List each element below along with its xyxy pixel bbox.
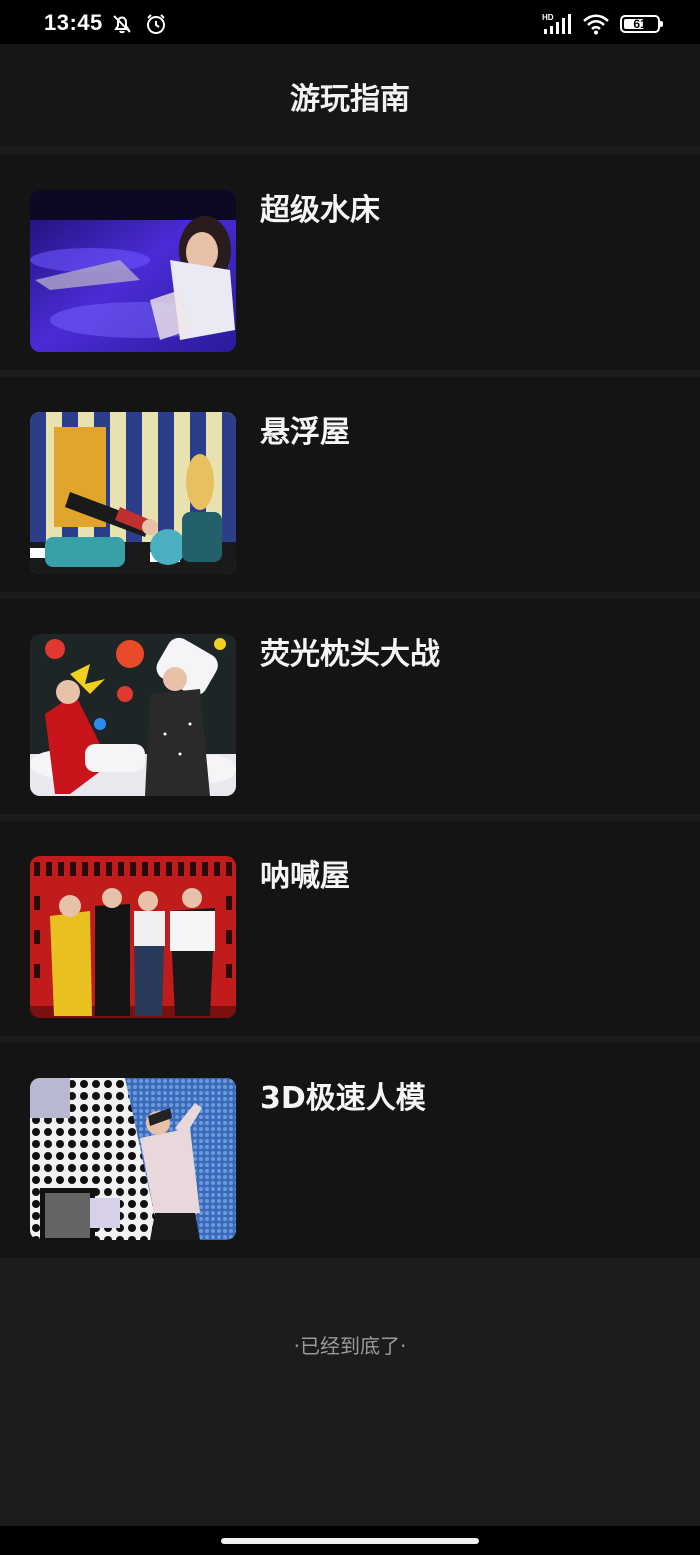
system-nav-bar [0, 1526, 700, 1555]
item-title: 超级水床 [260, 193, 380, 228]
thumbnail-image [30, 634, 236, 796]
network-label: HD [542, 13, 554, 22]
thumbnail-image [30, 412, 236, 574]
list-footer: ·已经到底了· [0, 1258, 700, 1526]
thumbnail-image [30, 1078, 236, 1240]
status-time: 13:45 [44, 10, 103, 35]
item-title: 荧光枕头大战 [260, 637, 440, 672]
list-item-glow-pillow-fight[interactable]: 荧光枕头大战 [0, 599, 700, 814]
list-item-3d-speed-figure[interactable]: 3D极速人模 [0, 1043, 700, 1258]
list-item-super-waterbed[interactable]: 超级水床 [0, 155, 700, 370]
thumbnail-image [30, 856, 236, 1018]
item-title: 3D极速人模 [260, 1081, 426, 1116]
notifications-muted-icon [113, 15, 131, 34]
nav-bar: 游玩指南 [0, 44, 700, 146]
list-item-scream-house[interactable]: 呐喊屋 [0, 821, 700, 1036]
item-title: 悬浮屋 [260, 415, 350, 450]
end-of-list-text: ·已经到底了· [293, 1334, 407, 1358]
battery-level: 61 [633, 17, 647, 31]
home-indicator[interactable] [221, 1538, 479, 1544]
status-left-icons [110, 12, 168, 36]
status-bar: 13:45 HD 61 [0, 0, 700, 44]
item-title: 呐喊屋 [260, 859, 350, 894]
wifi-icon [583, 14, 609, 35]
alarm-icon [147, 14, 165, 34]
page-title: 游玩指南 [290, 82, 410, 117]
signal-icon: HD [542, 13, 571, 34]
battery-icon: 61 [620, 15, 663, 33]
status-right-icons: HD 61 [542, 12, 663, 36]
list-item-floating-house[interactable]: 悬浮屋 [0, 377, 700, 592]
thumbnail-image [30, 190, 236, 352]
